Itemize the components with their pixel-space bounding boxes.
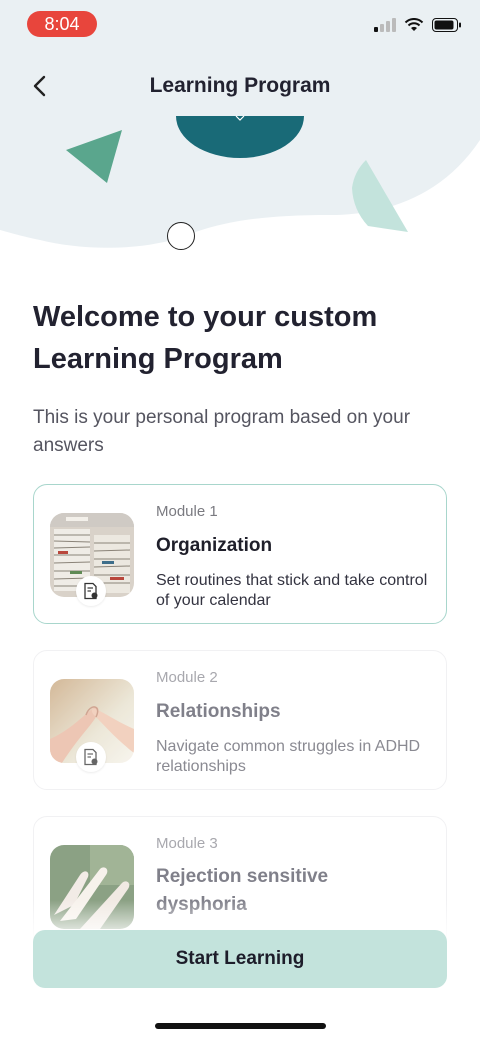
module-2-description: Navigate common struggles in ADHD relati… <box>156 738 421 775</box>
page-title: Learning Program <box>149 74 331 97</box>
home-indicator <box>155 1023 326 1029</box>
module-2-badge <box>76 742 106 772</box>
module-1-label: Module 1 <box>156 503 218 520</box>
module-card-2[interactable]: Module 2 Relationships Navigate common s… <box>33 650 447 790</box>
module-2-title: Relationships <box>156 701 281 722</box>
module-1-description: Set routines that stick and take control… <box>156 572 428 609</box>
module-3-label: Module 3 <box>156 835 218 852</box>
status-icons <box>374 17 462 33</box>
intro-subtitle: This is your personal program based on y… <box>33 407 411 456</box>
start-learning-button[interactable]: Start Learning <box>33 930 447 988</box>
module-1-title: Organization <box>156 535 273 556</box>
module-1-badge <box>76 576 106 606</box>
back-button[interactable] <box>24 70 56 102</box>
pagination-dot <box>167 222 195 250</box>
document-audio-icon <box>84 748 98 766</box>
module-2-label: Module 2 <box>156 669 218 686</box>
chevron-left-icon <box>33 75 46 97</box>
wifi-icon <box>404 18 424 31</box>
status-bar: 8:04 <box>0 0 480 48</box>
welcome-heading: Welcome to your custom Learning Program <box>33 301 378 375</box>
battery-icon <box>432 18 461 32</box>
signal-icon <box>374 18 396 32</box>
module-card-1[interactable]: Module 1 Organization Set routines that … <box>33 484 447 624</box>
document-audio-icon <box>84 582 98 600</box>
status-time: 8:04 <box>27 11 97 37</box>
